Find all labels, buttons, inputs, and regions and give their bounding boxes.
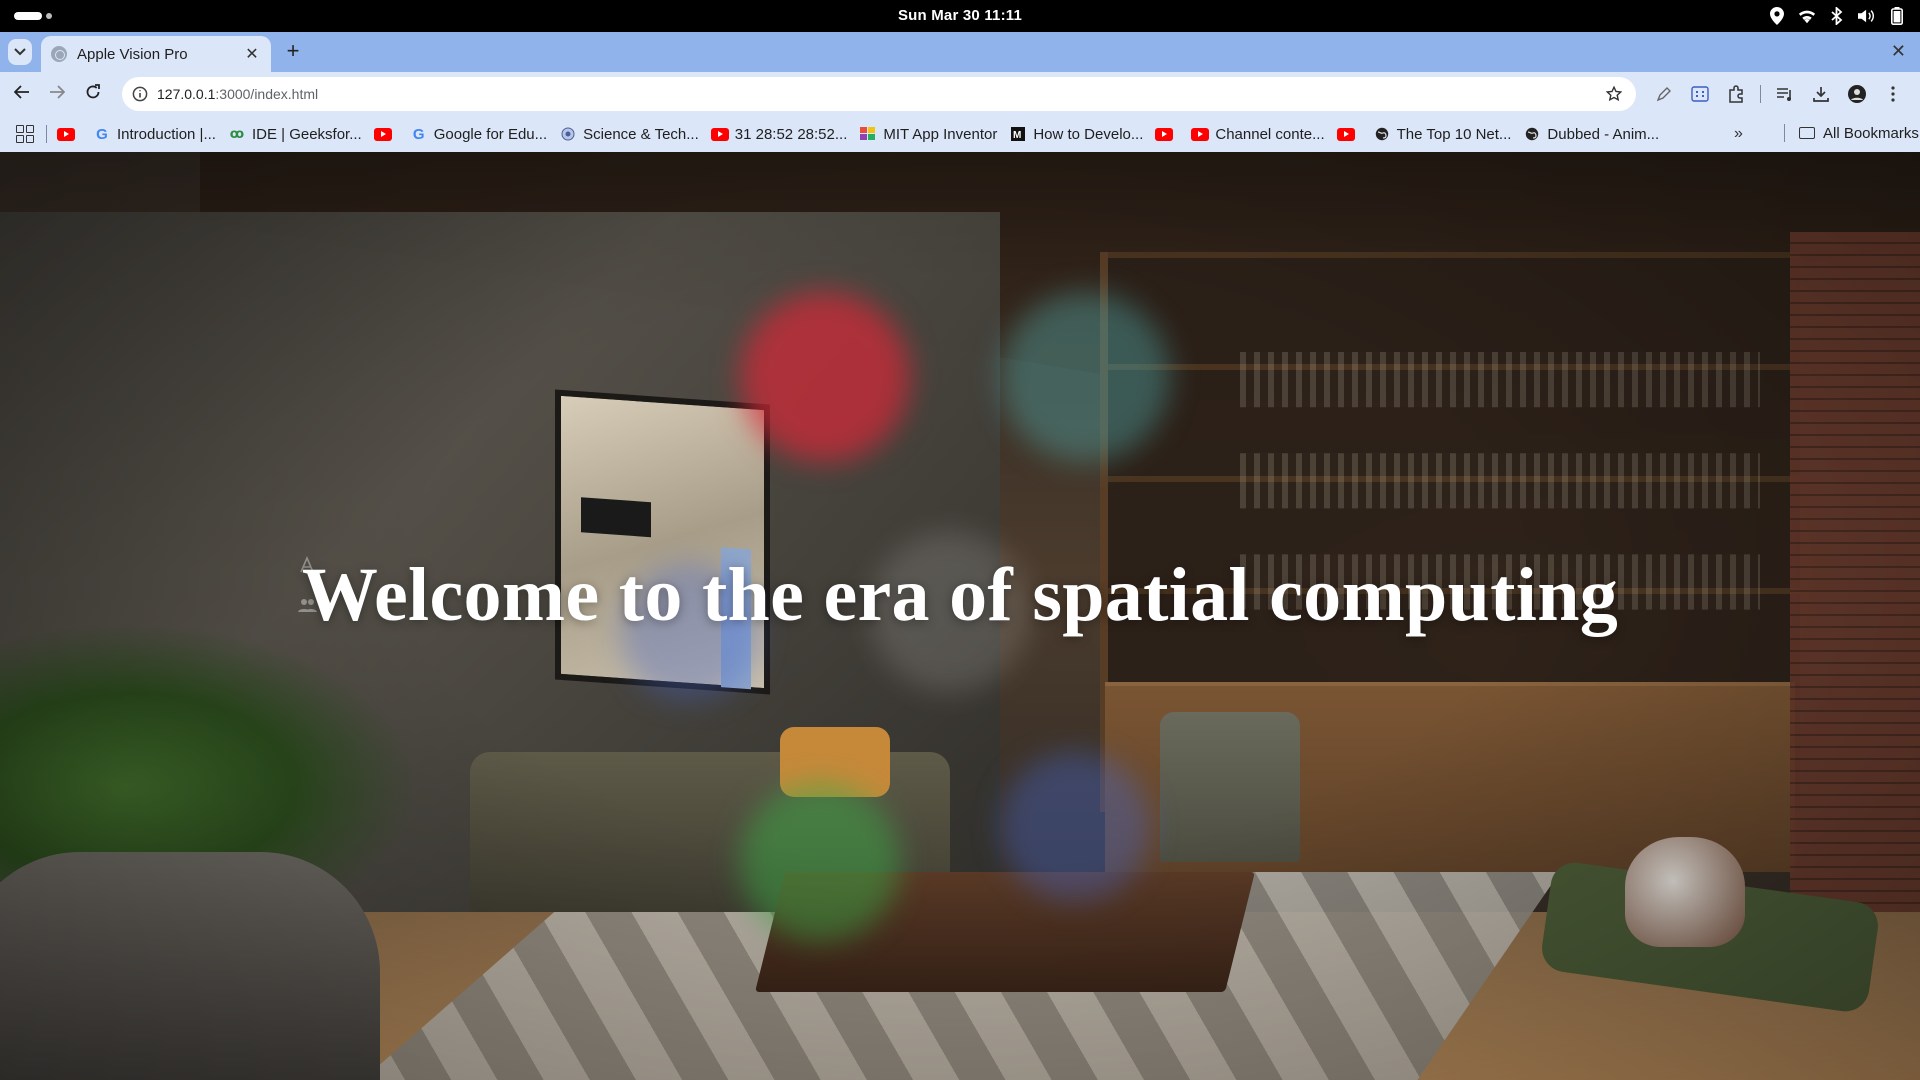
forward-button[interactable] bbox=[45, 82, 69, 106]
mit-icon bbox=[859, 127, 877, 141]
hero-section: Welcome to the era of spatial computing bbox=[0, 152, 1920, 1080]
bookmark-item[interactable]: G Google for Edu... bbox=[410, 126, 547, 143]
chevron-down-icon bbox=[14, 43, 26, 61]
bookmark-label: Dubbed - Anim... bbox=[1547, 125, 1660, 143]
tab-search-button[interactable] bbox=[8, 39, 32, 65]
bookmark-star-icon[interactable] bbox=[1604, 84, 1624, 104]
bookmark-label: The Top 10 Net... bbox=[1396, 125, 1512, 143]
youtube-icon bbox=[710, 127, 729, 141]
toolbar-actions bbox=[1652, 82, 1905, 106]
google-icon: G bbox=[96, 125, 108, 143]
apps-grid-icon[interactable] bbox=[16, 125, 34, 143]
bookmark-label: Introduction |... bbox=[117, 125, 216, 143]
bookmark-item[interactable] bbox=[1155, 127, 1179, 141]
extensions-icon[interactable] bbox=[1724, 82, 1748, 106]
bookmark-label: How to Develo... bbox=[1033, 125, 1144, 143]
svg-text:M: M bbox=[1013, 130, 1021, 141]
bluetooth-icon bbox=[1828, 6, 1846, 26]
reload-icon bbox=[85, 83, 101, 105]
bookmark-item[interactable]: Dubbed - Anim... bbox=[1523, 126, 1659, 143]
browser-tab-strip: Apple Vision Pro ✕ + ✕ bbox=[0, 32, 1920, 72]
bookmark-label: Channel conte... bbox=[1215, 125, 1325, 143]
system-top-bar: Sun Mar 30 11:11 bbox=[0, 0, 1920, 32]
url-text[interactable]: 127.0.0.1:3000/index.html bbox=[157, 86, 318, 102]
bookmark-item[interactable]: ꝏ IDE | Geeksfor... bbox=[228, 126, 362, 143]
all-bookmarks-button[interactable]: All Bookmarks bbox=[1784, 124, 1919, 142]
address-bar[interactable]: 127.0.0.1:3000/index.html bbox=[122, 77, 1636, 111]
download-icon[interactable] bbox=[1809, 82, 1833, 106]
system-tray[interactable] bbox=[1768, 6, 1906, 26]
bookmark-item[interactable]: Channel conte... bbox=[1191, 125, 1325, 143]
bookmark-item[interactable]: MIT App Inventor bbox=[859, 126, 997, 143]
arrow-right-icon bbox=[49, 84, 66, 105]
bookmarks-separator bbox=[46, 125, 47, 143]
youtube-icon bbox=[1336, 127, 1355, 141]
bookmark-item[interactable] bbox=[373, 127, 398, 141]
bookmark-item[interactable] bbox=[57, 127, 81, 141]
tab-title: Apple Vision Pro bbox=[77, 45, 188, 63]
arrow-left-icon bbox=[13, 84, 30, 105]
emblem-icon bbox=[559, 127, 577, 141]
close-tab-icon[interactable]: ✕ bbox=[243, 44, 261, 64]
youtube-icon bbox=[57, 127, 75, 141]
bookmark-label: Google for Edu... bbox=[433, 125, 548, 143]
pen-icon[interactable] bbox=[1652, 82, 1676, 106]
folder-icon bbox=[1799, 127, 1815, 139]
bookmark-item[interactable]: M How to Develo... bbox=[1009, 126, 1143, 143]
globe-icon bbox=[51, 46, 67, 62]
volume-icon bbox=[1858, 6, 1876, 26]
toolbar-separator bbox=[1760, 85, 1761, 103]
window-close-icon[interactable]: ✕ bbox=[1891, 41, 1906, 62]
bookmarks-bar: G Introduction |... ꝏ IDE | Geeksfor... … bbox=[0, 116, 1920, 152]
youtube-icon bbox=[1155, 127, 1174, 141]
profile-avatar-icon[interactable] bbox=[1845, 82, 1869, 106]
youtube-icon bbox=[1191, 127, 1210, 141]
back-button[interactable] bbox=[10, 82, 34, 106]
kebab-menu-icon[interactable] bbox=[1881, 82, 1905, 106]
bookmark-label: 31 28:52 28:52... bbox=[734, 125, 848, 143]
bookmark-item[interactable]: The Top 10 Net... bbox=[1373, 125, 1512, 143]
medium-icon: M bbox=[1009, 127, 1027, 141]
site-info-icon[interactable] bbox=[130, 84, 150, 104]
reload-button[interactable] bbox=[81, 82, 105, 106]
url-host: 127.0.0.1 bbox=[157, 86, 216, 102]
bookmark-label: IDE | Geeksfor... bbox=[251, 125, 362, 143]
globe-icon bbox=[1373, 127, 1391, 141]
bookmark-item[interactable]: 31 28:52 28:52... bbox=[710, 125, 848, 143]
new-tab-button[interactable]: + bbox=[282, 40, 304, 63]
qr-scan-icon[interactable] bbox=[1688, 82, 1712, 106]
url-path: :3000/index.html bbox=[215, 86, 319, 102]
bookmark-item[interactable]: Science & Tech... bbox=[559, 126, 699, 143]
google-icon: G bbox=[412, 125, 425, 143]
youtube-icon bbox=[373, 127, 392, 141]
globe-icon bbox=[1523, 127, 1541, 141]
bookmark-item[interactable]: G Introduction |... bbox=[93, 126, 216, 143]
browser-toolbar: 127.0.0.1:3000/index.html bbox=[0, 72, 1920, 116]
bookmarks-separator bbox=[1784, 124, 1785, 142]
gfg-icon: ꝏ bbox=[229, 126, 245, 141]
more-bookmarks-chevron-icon[interactable]: » bbox=[1734, 125, 1743, 143]
bookmark-label: Science & Tech... bbox=[583, 125, 699, 143]
location-icon bbox=[1768, 6, 1786, 26]
wifi-icon bbox=[1798, 6, 1816, 26]
system-clock[interactable]: Sun Mar 30 11:11 bbox=[0, 7, 1920, 24]
media-control-icon[interactable] bbox=[1773, 82, 1797, 106]
tab-apple-vision-pro[interactable]: Apple Vision Pro ✕ bbox=[41, 36, 271, 72]
battery-icon bbox=[1888, 6, 1906, 26]
bookmark-label: MIT App Inventor bbox=[883, 125, 998, 143]
all-bookmarks-label: All Bookmarks bbox=[1823, 124, 1919, 142]
hero-headline: Welcome to the era of spatial computing bbox=[301, 553, 1619, 637]
bookmark-item[interactable] bbox=[1336, 127, 1361, 141]
